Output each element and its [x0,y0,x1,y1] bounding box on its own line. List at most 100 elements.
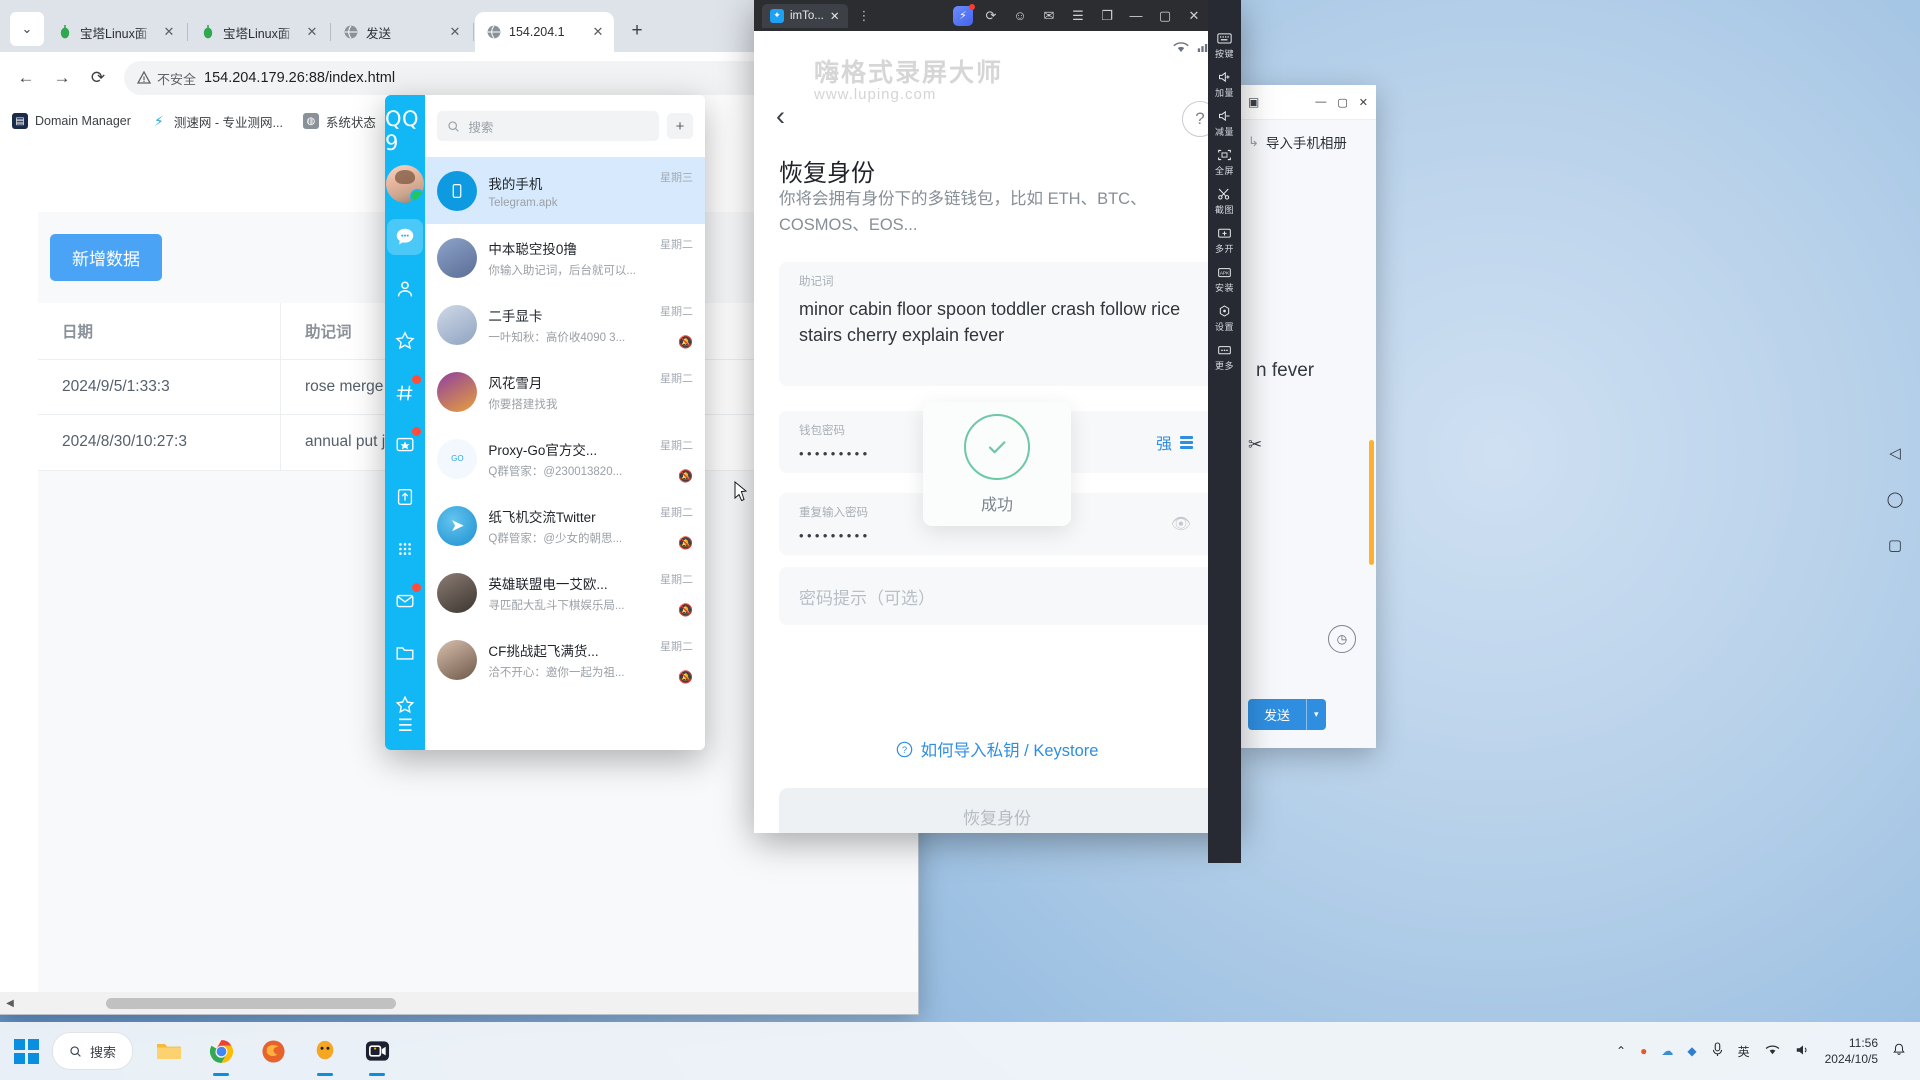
mail-icon[interactable]: ✉ [1038,5,1060,27]
qq-icon[interactable] [307,1033,343,1069]
file-explorer-icon[interactable] [151,1033,187,1069]
scrollbar-thumb[interactable] [106,997,396,1009]
security-indicator[interactable]: 不安全 [136,69,196,88]
chevron-up-icon[interactable]: ⌃ [1616,1044,1626,1058]
reload-button[interactable]: ⟳ [82,62,114,94]
list-item[interactable]: 英雄联盟电一艾欧... 寻匹配大乱斗下棋娱乐局... 星期二 🔕 [425,559,705,626]
maximize-button[interactable]: ▢ [1154,5,1176,27]
screen-recorder-icon[interactable] [359,1033,395,1069]
tray-cloud-icon[interactable]: ☁ [1661,1044,1673,1058]
list-item[interactable]: ➤ 纸飞机交流Twitter Q群管家：@少女的朝思... 星期二 🔕 [425,492,705,559]
sidebar-item-qzone[interactable] [387,427,423,463]
minimize-button[interactable]: — [1315,96,1326,109]
taskbar-search[interactable]: 搜索 [52,1032,134,1070]
browser-tab-1[interactable]: 宝塔Linux面 ✕ [189,12,328,52]
sidebar-item-apps[interactable] [387,531,423,567]
emulator-app-tab[interactable]: ✦ imTo... ✕ [762,3,848,28]
forward-button[interactable]: → [46,62,78,94]
hamburger-icon[interactable]: ☰ [398,716,413,736]
kebab-menu-icon[interactable]: ⋮ [854,8,876,24]
list-item[interactable]: 我的手机 Telegram.apk 星期三 [425,157,705,224]
tab-close-icon[interactable]: ✕ [830,9,840,23]
add-chat-button[interactable]: + [667,113,693,139]
horizontal-scrollbar[interactable]: ◀ [0,992,918,1014]
minimize-button[interactable]: — [1125,5,1147,27]
bookmark-system-status[interactable]: ◍ 系统状态 [302,112,376,131]
refresh-icon[interactable]: ⟳ [980,5,1002,27]
recents-square-icon[interactable]: ▢ [1882,532,1908,558]
close-button[interactable]: ✕ [1183,5,1205,27]
scissors-icon[interactable]: ✂ [1248,435,1262,455]
tray-app-icon[interactable]: ● [1640,1044,1647,1058]
send-button[interactable]: 发送 [1248,699,1307,730]
send-button-group[interactable]: 发送 ▾ [1248,699,1326,730]
back-button[interactable]: ← [10,62,42,94]
sidebar-item-folder[interactable] [387,635,423,671]
password-hint-field[interactable]: 密码提示（可选） [779,567,1215,625]
tab-close-icon[interactable]: ✕ [304,24,320,40]
toolbar-item-more[interactable]: 更多 [1215,342,1234,372]
sidebar-item-contacts[interactable] [387,271,423,307]
toolbar-item-install[interactable]: APK 安装 [1215,264,1234,294]
mnemonic-field[interactable]: 助记词 minor cabin floor spoon toddler cras… [779,262,1215,386]
toolbar-item-keys[interactable]: 按键 [1215,30,1234,60]
home-circle-icon[interactable]: ◯ [1882,486,1908,512]
tab-search-chevron-icon[interactable]: ⌄ [10,12,44,46]
toolbar-item-settings[interactable]: 设置 [1215,303,1234,333]
list-item[interactable]: GO Proxy-Go官方交... Q群管家：@230013820... 星期二… [425,425,705,492]
copy-icon[interactable]: ❐ [1096,5,1118,27]
user-icon[interactable]: ☺ [1009,5,1031,27]
bookmark-speedtest[interactable]: ⚡ 测速网 - 专业测网... [151,112,283,131]
start-button[interactable] [0,1038,52,1064]
leaked-mnemonic-fragment: n fever [1256,360,1315,381]
chat-name: CF挑战起飞满货... [488,643,599,659]
firefox-icon[interactable] [255,1033,291,1069]
bell-icon[interactable] [1892,1042,1906,1060]
tab-close-icon[interactable]: ✕ [161,24,177,40]
list-item[interactable]: 二手显卡 一叶知秋：高价收4090 3... 星期二 🔕 [425,291,705,358]
browser-tab-2[interactable]: 发送 ✕ [332,12,471,52]
sidebar-item-favorites[interactable] [387,323,423,359]
tab-close-icon[interactable]: ✕ [590,24,606,40]
scroll-left-arrow-icon[interactable]: ◀ [0,998,20,1009]
toolbar-item-volume-down[interactable]: 减量 [1215,108,1234,138]
toolbar-item-multi-instance[interactable]: 多开 [1215,225,1234,255]
toolbar-item-screenshot[interactable]: 截图 [1215,186,1234,216]
toolbar-item-volume-up[interactable]: 加量 [1215,69,1234,99]
tray-shield-icon[interactable]: ◆ [1687,1044,1696,1058]
sidebar-item-mail[interactable] [387,583,423,619]
boost-icon[interactable]: ⚡ [953,3,975,26]
toolbar-item-fullscreen[interactable]: 全屏 [1215,147,1234,177]
bookmark-domain-manager[interactable]: ▤ Domain Manager [12,113,131,129]
list-item[interactable]: 风花雪月 你要搭建找我 星期二 [425,358,705,425]
import-keystore-link[interactable]: ? 如何导入私钥 / Keystore [754,737,1240,761]
back-chevron-icon[interactable]: ‹ [776,103,785,130]
taskbar-clock[interactable]: 11:56 2024/10/5 [1825,1035,1878,1067]
microphone-icon[interactable] [1711,1042,1724,1060]
restore-identity-button[interactable]: 恢复身份 [779,788,1215,833]
sidebar-item-files[interactable] [387,479,423,515]
list-item[interactable]: CF挑战起飞满货... 洽不开心：邀你一起为祖... 星期二 🔕 [425,626,705,693]
chrome-icon[interactable] [203,1033,239,1069]
avatar[interactable] [386,165,425,203]
chat-preview: 寻匹配大乱斗下棋娱乐局... [488,599,625,612]
ime-icon[interactable]: 英 [1738,1043,1750,1060]
sidebar-item-channels[interactable] [387,375,423,411]
eye-off-icon[interactable]: 👁 [1171,514,1191,534]
menu-icon[interactable]: ☰ [1067,5,1089,27]
tab-close-icon[interactable]: ✕ [447,24,463,40]
list-item[interactable]: 中本聪空投0撸 你输入助记词，后台就可以... 星期二 [425,224,705,291]
wifi-icon[interactable] [1764,1043,1781,1060]
browser-tab-3-active[interactable]: 154.204.1 ✕ [475,12,614,52]
volume-icon[interactable] [1795,1043,1811,1060]
new-tab-button[interactable]: + [623,17,651,45]
back-triangle-icon[interactable]: ◁ [1882,440,1908,466]
maximize-button[interactable]: ▢ [1337,96,1347,109]
search-input[interactable]: 搜索 [437,111,659,141]
send-dropdown-caret-icon[interactable]: ▾ [1306,699,1326,730]
vertical-scrollbar-thumb[interactable] [1369,440,1374,565]
close-button[interactable]: ✕ [1359,96,1368,109]
add-data-button[interactable]: 新增数据 [50,234,162,281]
sidebar-item-chat[interactable] [387,219,424,255]
browser-tab-0[interactable]: 宝塔Linux面 ✕ [46,12,185,52]
